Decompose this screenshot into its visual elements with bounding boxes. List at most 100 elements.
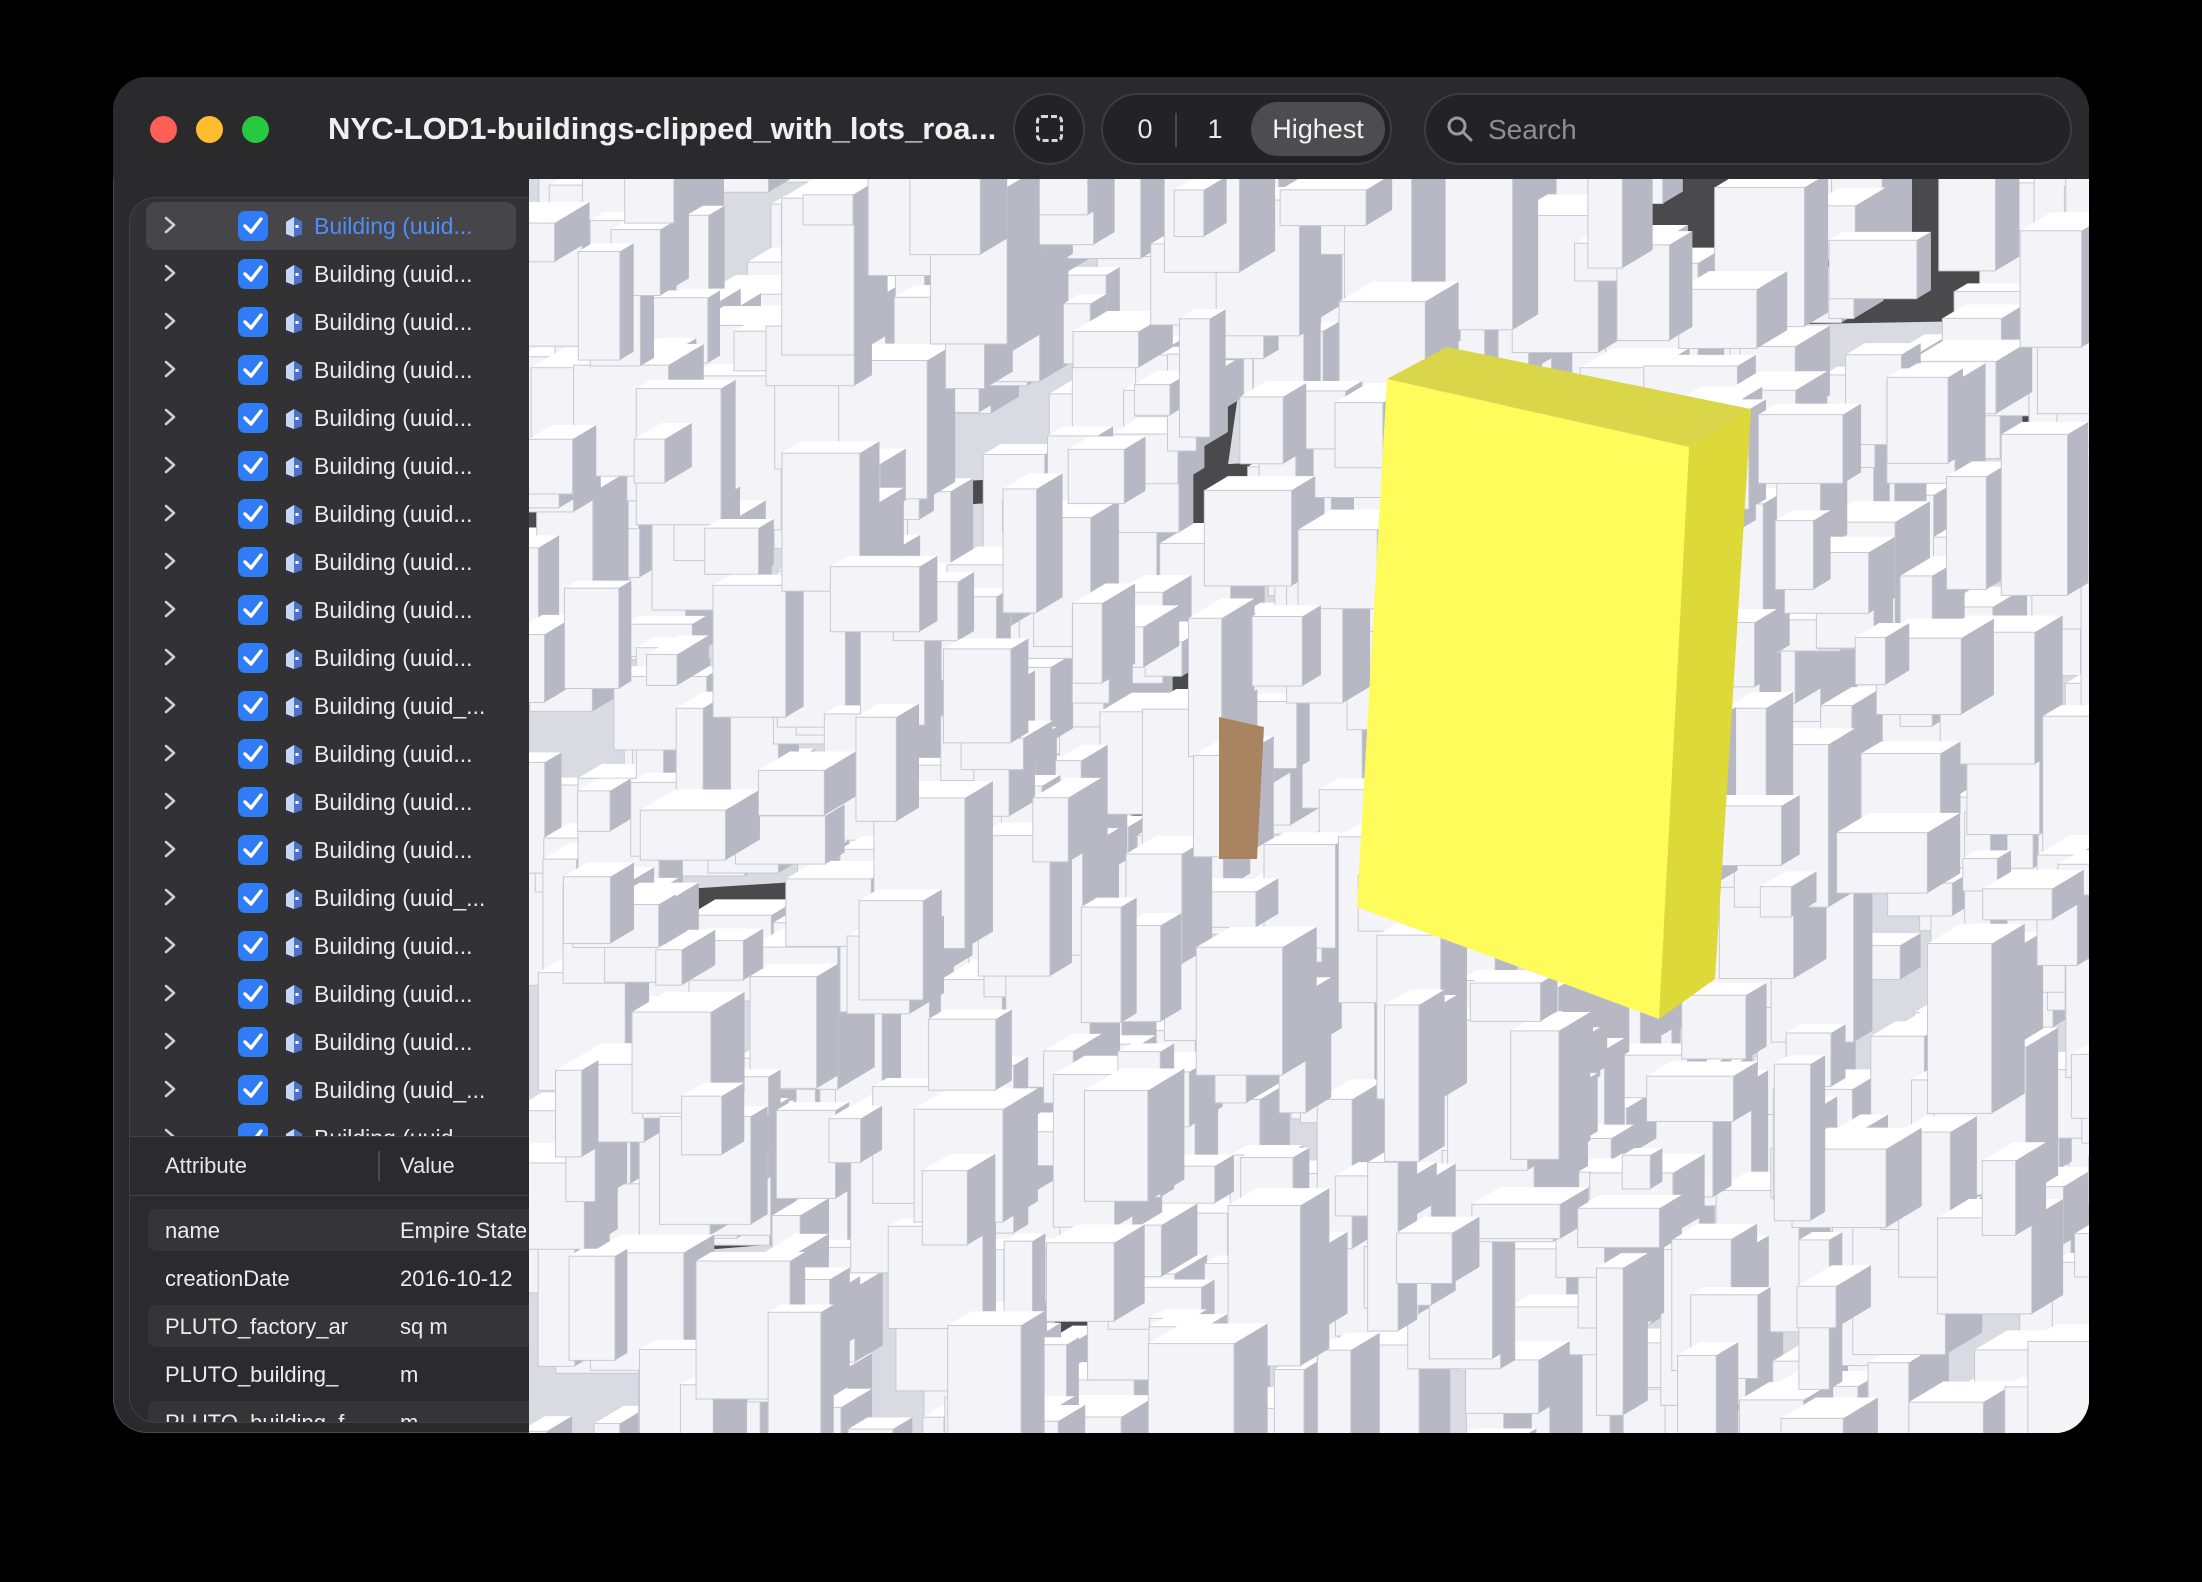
visibility-checkbox[interactable] (238, 835, 268, 865)
tree-item-building[interactable]: Building (uuid... (130, 298, 530, 346)
tree-item-building[interactable]: Building (uuid... (130, 490, 530, 538)
chevron-right-icon[interactable] (160, 309, 180, 333)
tree-item-building[interactable]: Building (uuid... (130, 970, 530, 1018)
chevron-right-icon[interactable] (160, 837, 180, 861)
chevron-right-icon[interactable] (160, 1077, 180, 1101)
tree-item-building[interactable]: Building (uuid... (130, 922, 530, 970)
chevron-right-icon[interactable] (160, 261, 180, 285)
value-column-header[interactable]: Value (400, 1153, 455, 1179)
tree-item-building[interactable]: Building (uuid... (130, 634, 530, 682)
lod-0-button[interactable]: 0 (1117, 95, 1173, 163)
chevron-right-icon[interactable] (160, 741, 180, 765)
building-icon (286, 697, 302, 717)
visibility-checkbox[interactable] (238, 451, 268, 481)
chevron-right-icon[interactable] (160, 933, 180, 957)
visibility-checkbox[interactable] (238, 883, 268, 913)
selection-tool-button[interactable] (1013, 93, 1085, 165)
visibility-checkbox[interactable] (238, 931, 268, 961)
city-3d-render[interactable] (529, 179, 2089, 1433)
chevron-right-icon[interactable] (160, 597, 180, 621)
chevron-right-icon[interactable] (160, 789, 180, 813)
chevron-right-icon[interactable] (160, 981, 180, 1005)
tree-item-building[interactable]: Building (uuid... (130, 730, 530, 778)
visibility-checkbox[interactable] (238, 739, 268, 769)
tree-item-building[interactable]: Building (uuid... (146, 202, 516, 250)
visibility-checkbox[interactable] (238, 691, 268, 721)
minimize-window-button[interactable] (196, 116, 223, 143)
tree-item-building[interactable]: Building (uuid... (130, 538, 530, 586)
tree-item-building[interactable]: Building (uuid_... (130, 874, 530, 922)
checkmark-icon (255, 1129, 263, 1136)
visibility-checkbox[interactable] (238, 355, 268, 385)
visibility-checkbox[interactable] (238, 787, 268, 817)
visibility-checkbox[interactable] (238, 643, 268, 673)
chevron-right-icon[interactable] (160, 453, 180, 477)
tree-item-label: Building (uuid... (314, 741, 473, 767)
tree-item-building[interactable]: Building (uuid_... (130, 1066, 530, 1114)
chevron-right-icon[interactable] (160, 357, 180, 381)
chevron-right-icon[interactable] (160, 693, 180, 717)
building-icon (286, 649, 302, 669)
chevron-right-icon[interactable] (160, 885, 180, 909)
tree-item-label: Building (uuid... (314, 933, 473, 959)
close-window-button[interactable] (150, 116, 177, 143)
building-icon (286, 1033, 302, 1053)
chevron-right-icon[interactable] (160, 549, 180, 573)
visibility-checkbox[interactable] (238, 1123, 268, 1136)
tree-item-building[interactable]: Building (uuid... (130, 778, 530, 826)
object-tree[interactable]: Building (uuid... Building (uuid... Buildi… (130, 198, 530, 1136)
visibility-checkbox[interactable] (238, 1027, 268, 1057)
tree-item-building[interactable]: Building (uuid... (130, 586, 530, 634)
tree-item-building[interactable]: Building (uuid... (130, 1114, 530, 1136)
checkmark-icon (243, 457, 263, 474)
tree-item-building[interactable]: Building (uuid_... (130, 682, 530, 730)
attribute-row[interactable]: creationDate 2016-10-12 (148, 1257, 530, 1299)
tree-item-building[interactable]: Building (uuid... (130, 250, 530, 298)
chevron-right-icon[interactable] (160, 501, 180, 525)
tree-item-label: Building (uuid... (314, 405, 473, 431)
visibility-checkbox[interactable] (238, 211, 268, 241)
tree-item-building[interactable]: Building (uuid... (130, 826, 530, 874)
building-icon (286, 601, 302, 621)
visibility-checkbox[interactable] (238, 403, 268, 433)
column-divider[interactable] (378, 1151, 380, 1181)
attribute-value: Empire State (400, 1218, 528, 1243)
chevron-right-icon[interactable] (160, 213, 180, 237)
visibility-checkbox[interactable] (238, 595, 268, 625)
attribute-row[interactable]: name Empire State (148, 1209, 530, 1251)
lod-highest-button[interactable]: Highest (1251, 102, 1385, 156)
checkmark-icon (243, 649, 263, 666)
attribute-row[interactable]: PLUTO_building_f m (148, 1401, 530, 1422)
tree-item-building[interactable]: Building (uuid... (130, 442, 530, 490)
checkmark-icon (243, 505, 263, 522)
search-input[interactable] (1486, 105, 2050, 155)
lod-segmented-control: 0 1 Highest (1101, 93, 1392, 165)
visibility-checkbox[interactable] (238, 979, 268, 1009)
zoom-window-button[interactable] (242, 116, 269, 143)
lod-1-button[interactable]: 1 (1187, 95, 1243, 163)
attribute-column-header[interactable]: Attribute (165, 1153, 247, 1179)
attribute-row[interactable]: PLUTO_building_ m (148, 1353, 530, 1395)
visibility-checkbox[interactable] (238, 1075, 268, 1105)
visibility-checkbox[interactable] (238, 307, 268, 337)
checkmark-icon (243, 601, 263, 618)
visibility-checkbox[interactable] (238, 259, 268, 289)
attribute-row[interactable]: PLUTO_factory_ar sq m (148, 1305, 530, 1347)
building-icon (286, 361, 302, 381)
chevron-right-icon[interactable] (160, 1029, 180, 1053)
checkmark-icon (243, 793, 263, 810)
chevron-right-icon[interactable] (160, 405, 180, 429)
tree-item-building[interactable]: Building (uuid... (130, 394, 530, 442)
tree-item-building[interactable]: Building (uuid... (130, 346, 530, 394)
chevron-right-icon[interactable] (160, 645, 180, 669)
visibility-checkbox[interactable] (238, 547, 268, 577)
tree-item-label: Building (uuid... (314, 549, 473, 575)
tree-item-building[interactable]: Building (uuid... (130, 1018, 530, 1066)
tree-item-label: Building (uuid... (314, 1029, 473, 1055)
tree-item-label: Building (uuid... (314, 261, 473, 287)
chevron-right-icon[interactable] (160, 1125, 180, 1136)
building-icon (286, 1081, 302, 1101)
3d-city-viewport[interactable] (529, 179, 2089, 1433)
visibility-checkbox[interactable] (238, 499, 268, 529)
building-icon (286, 457, 302, 477)
